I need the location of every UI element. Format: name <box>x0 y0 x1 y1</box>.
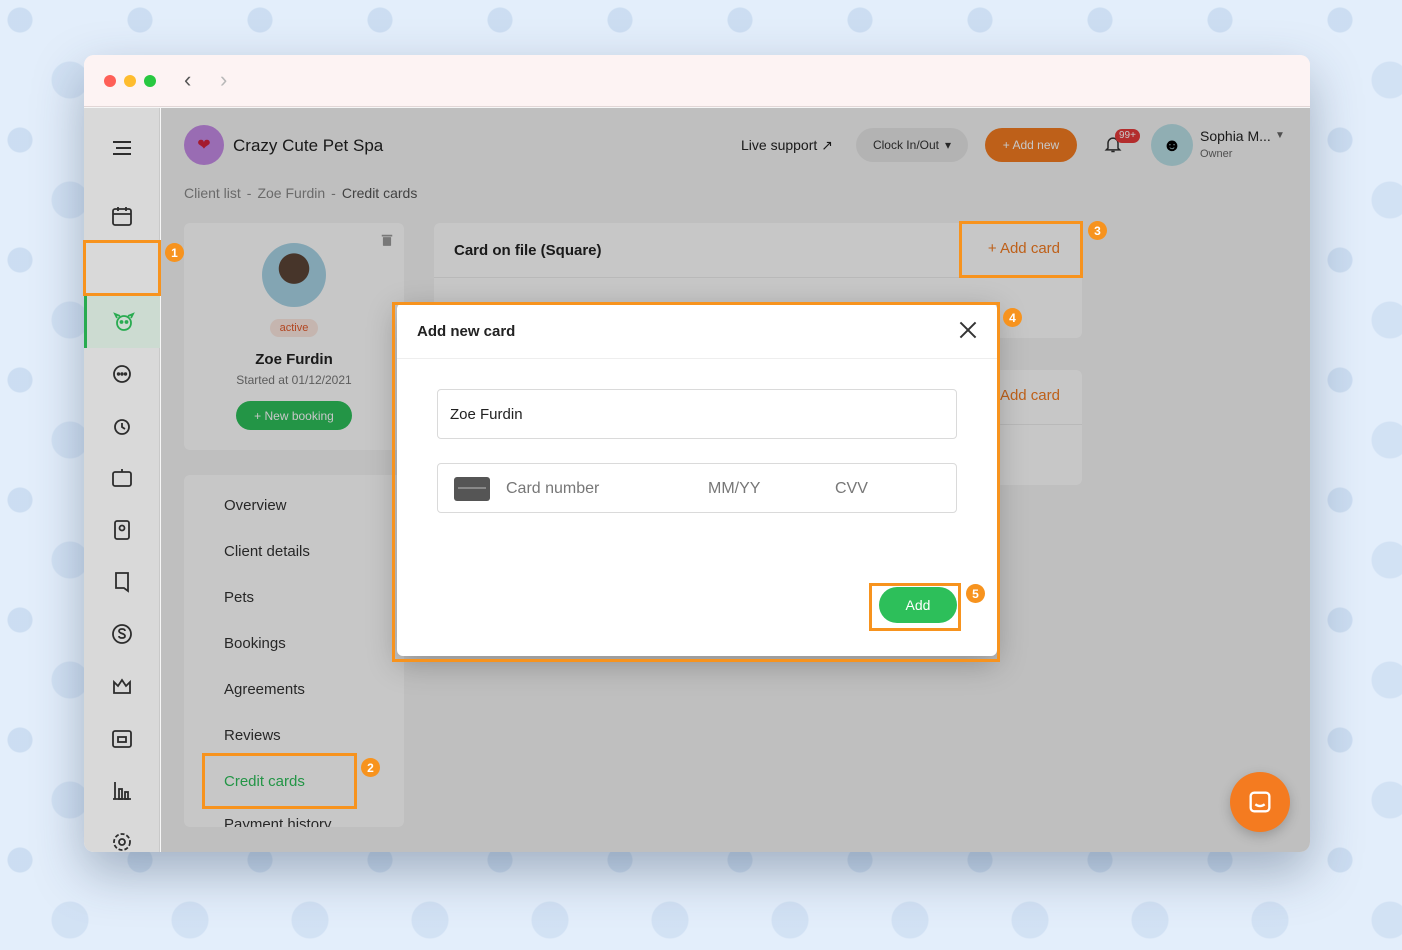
step-5-marker: 5 <box>966 584 985 603</box>
step-4-marker: 4 <box>1003 308 1022 327</box>
close-window-button[interactable] <box>104 75 116 87</box>
forward-arrow-icon[interactable]: › <box>220 69 227 91</box>
step-3-highlight <box>959 221 1083 278</box>
window-titlebar: ‹ › <box>84 55 1310 107</box>
step-2-highlight <box>202 753 357 809</box>
sidebar-dim-overlay <box>84 108 160 852</box>
step-2-marker: 2 <box>361 758 380 777</box>
step-1-highlight <box>83 240 161 296</box>
minimize-window-button[interactable] <box>124 75 136 87</box>
step-1-marker: 1 <box>165 243 184 262</box>
maximize-window-button[interactable] <box>144 75 156 87</box>
back-arrow-icon[interactable]: ‹ <box>184 69 191 91</box>
chat-support-icon[interactable] <box>1230 772 1290 832</box>
step-3-marker: 3 <box>1088 221 1107 240</box>
step-5-highlight <box>869 583 961 631</box>
